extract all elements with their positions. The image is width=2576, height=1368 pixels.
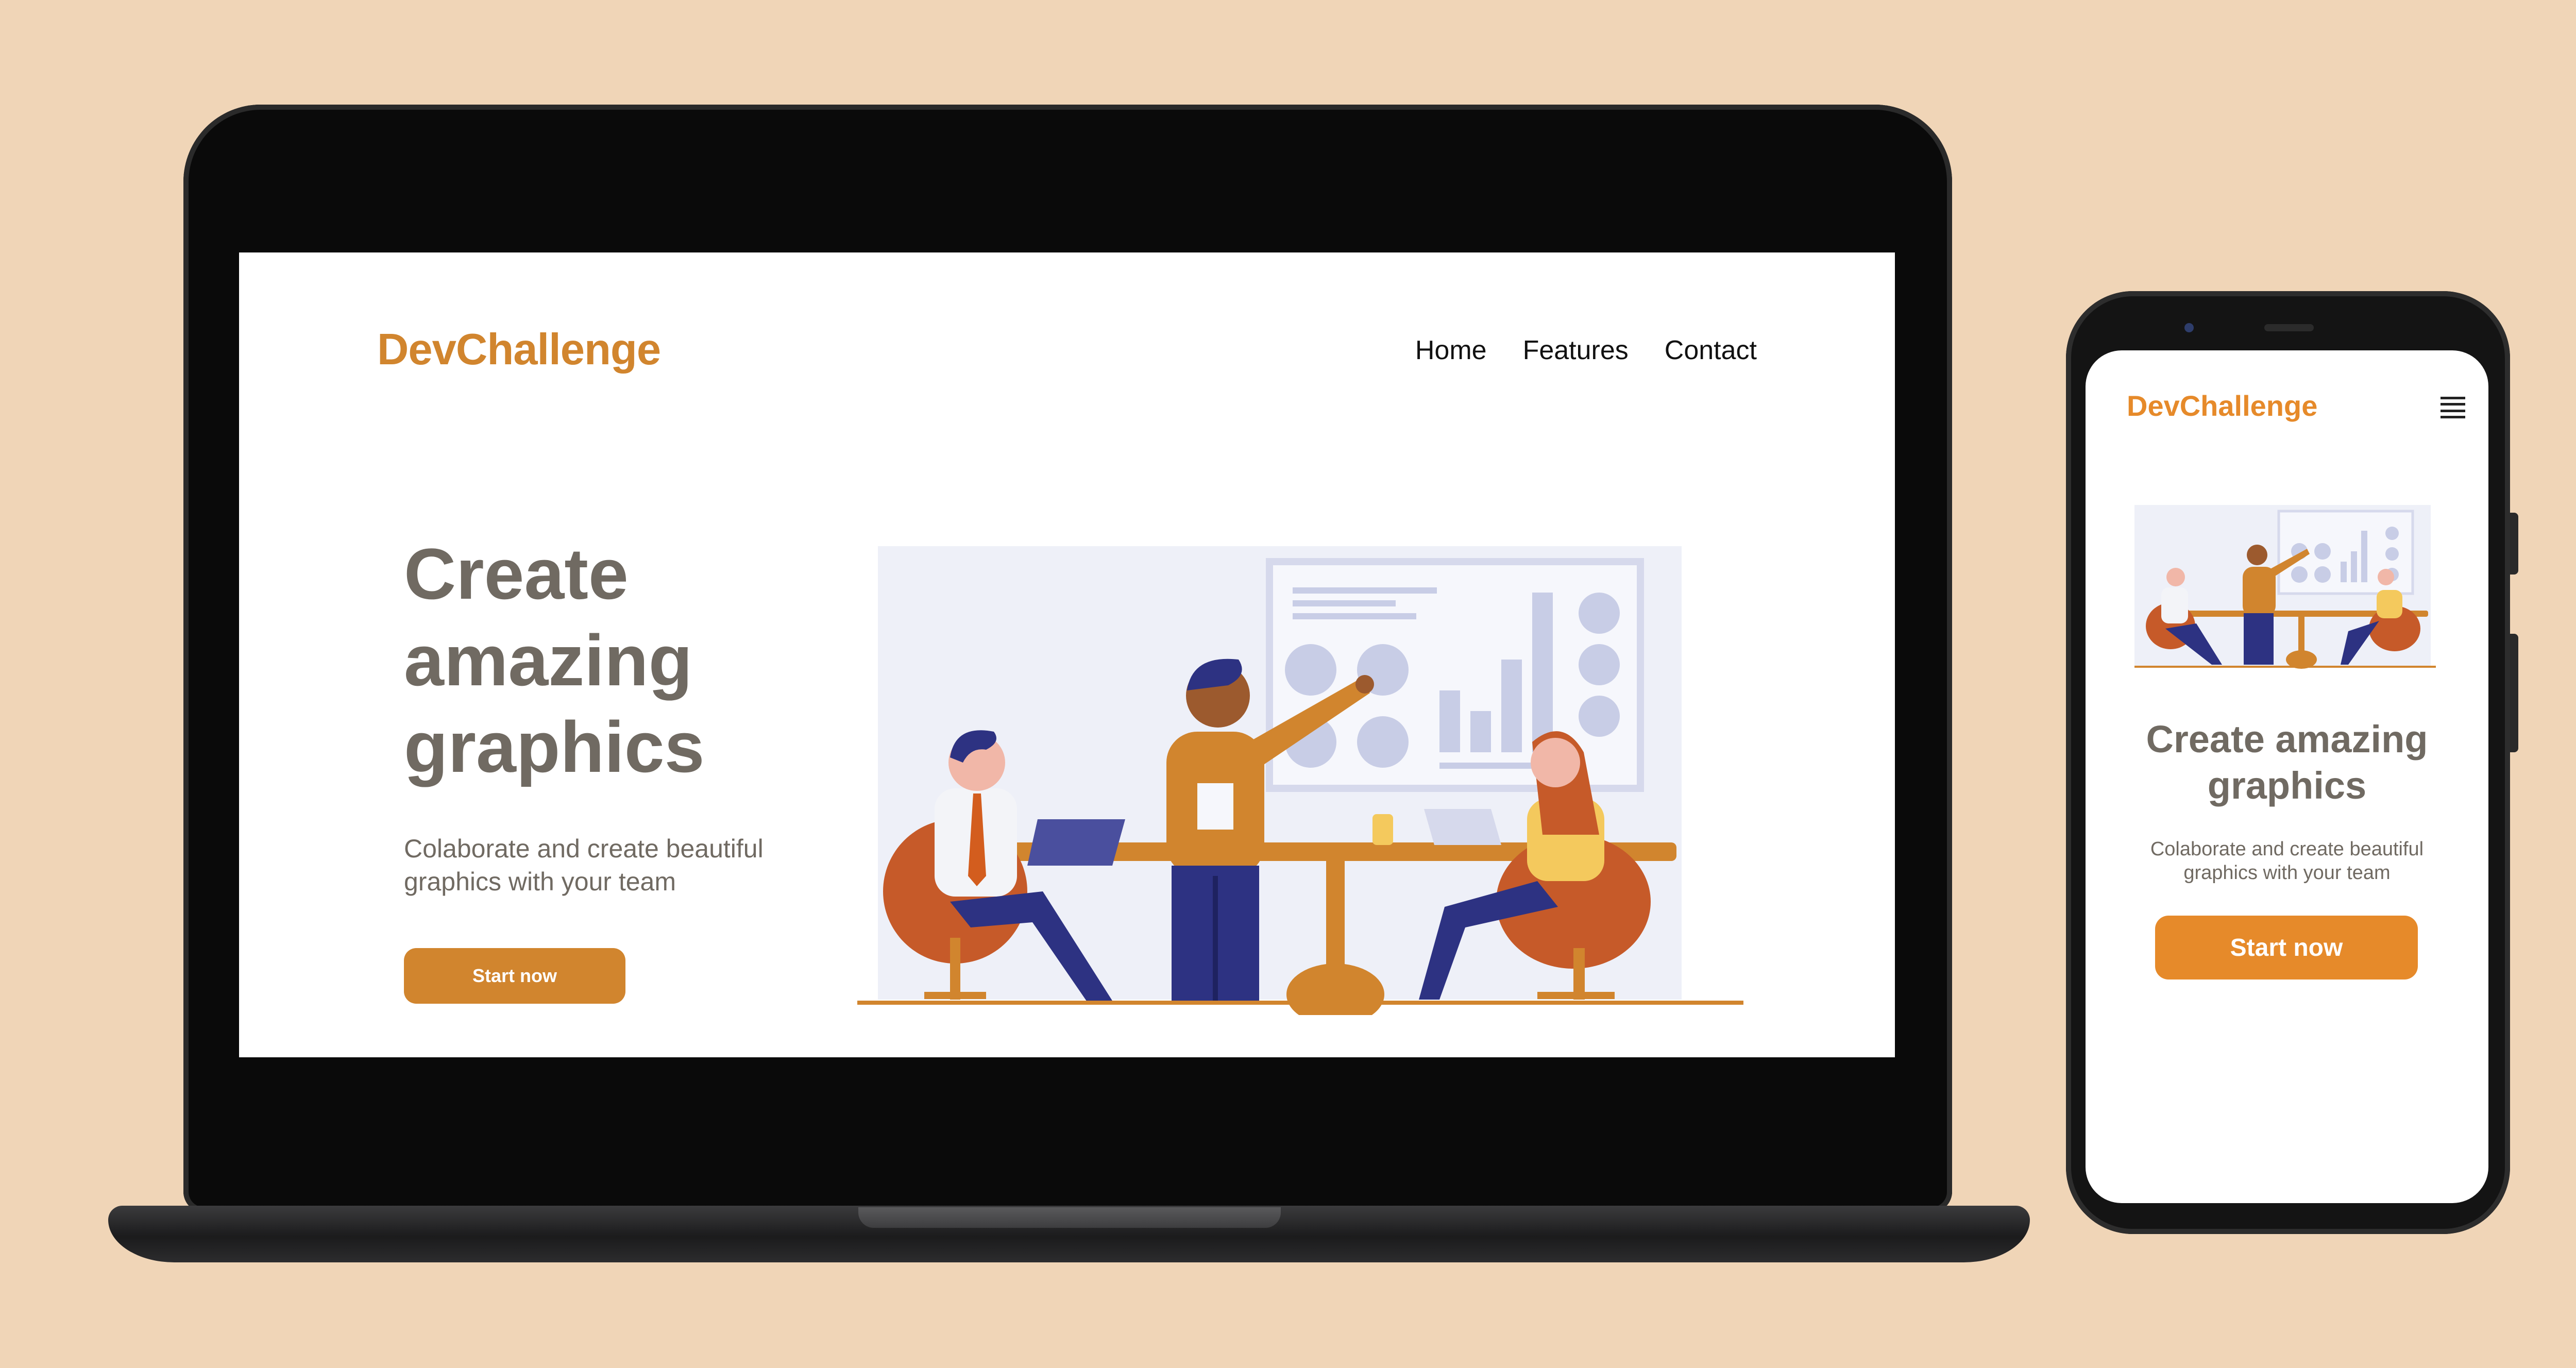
- team-meeting-illustration: [857, 546, 1743, 1015]
- nav-features-link[interactable]: Features: [1523, 335, 1629, 366]
- desktop-nav: Home Features Contact: [1415, 335, 1757, 366]
- phone-side-button: [2510, 513, 2518, 575]
- nav-contact-link[interactable]: Contact: [1665, 335, 1757, 366]
- desktop-webpage: DevChallenge Home Features Contact Creat…: [239, 252, 1895, 1057]
- mobile-hero-subtitle: Colaborate and create beautiful graphics…: [2150, 838, 2424, 884]
- phone-volume-button: [2510, 634, 2518, 752]
- mobile-webpage: DevChallenge Create amazing graphics Col…: [2086, 350, 2488, 1203]
- desktop-start-now-button[interactable]: Start now: [404, 948, 625, 1004]
- desktop-hero-subtitle: Colaborate and create beautiful graphics…: [404, 834, 764, 896]
- hamburger-menu-icon[interactable]: [2441, 397, 2465, 418]
- nav-home-link[interactable]: Home: [1415, 335, 1487, 366]
- desktop-logo[interactable]: DevChallenge: [377, 325, 661, 375]
- mobile-team-meeting-illustration: [2134, 505, 2436, 669]
- laptop-hinge-notch: [858, 1207, 1281, 1228]
- phone-speaker: [2264, 324, 2314, 331]
- mobile-logo[interactable]: DevChallenge: [2127, 389, 2317, 423]
- desktop-hero-title: Create amazing graphics: [404, 533, 705, 787]
- front-camera-icon: [2184, 323, 2194, 332]
- mobile-hero-title: Create amazing graphics: [2146, 718, 2428, 807]
- mobile-start-now-button[interactable]: Start now: [2155, 916, 2418, 979]
